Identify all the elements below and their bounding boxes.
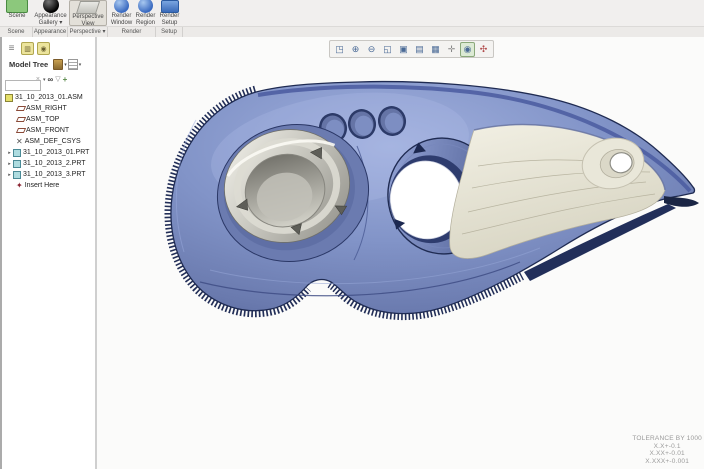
datum-plane-icon bbox=[15, 117, 27, 122]
expand-arrow-icon[interactable]: ▸ bbox=[6, 172, 13, 178]
model-tree-tab-icon[interactable]: ≡ bbox=[5, 42, 18, 55]
tree-settings-dropdown-icon[interactable]: ▾ bbox=[64, 62, 67, 68]
render-window-icon bbox=[114, 0, 129, 13]
clear-search-icon[interactable]: × bbox=[36, 74, 40, 85]
navigator-panel: ≡ ▥ ◉ Model Tree ▾ ▾ × ▾ ∞ ▽ + 31_10_201… bbox=[0, 37, 95, 469]
datum-plane-icon bbox=[15, 106, 27, 111]
scene-button[interactable]: Scene bbox=[2, 0, 32, 26]
csys-icon: ✕ bbox=[16, 136, 23, 146]
model-tree-title: Model Tree bbox=[9, 60, 49, 69]
appearance-gallery-button[interactable]: Appearance Gallery ▾ bbox=[33, 0, 68, 26]
render-setup-button[interactable]: Render Setup bbox=[158, 0, 181, 26]
tree-item-asm-right[interactable]: ASM_RIGHT bbox=[2, 103, 95, 114]
tree-item-asm-front[interactable]: ASM_FRONT bbox=[2, 125, 95, 136]
render-region-icon bbox=[138, 0, 153, 13]
tree-display-icon[interactable] bbox=[67, 59, 78, 70]
ribbon: Scene Appearance Gallery ▾ Perspective V… bbox=[0, 0, 704, 37]
expand-arrow-icon[interactable]: ▸ bbox=[6, 161, 13, 167]
part-icon bbox=[13, 159, 21, 168]
group-label-setup: Setup bbox=[156, 27, 183, 37]
ribbon-group-labels: Scene Appearance Perspective ▾ Render Se… bbox=[0, 26, 704, 37]
panel-splitter[interactable] bbox=[95, 37, 97, 469]
application-window: Scene Appearance Gallery ▾ Perspective V… bbox=[0, 0, 704, 469]
group-label-appearance: Appearance bbox=[33, 27, 68, 37]
perspective-view-icon bbox=[75, 1, 101, 14]
tree-item-assembly[interactable]: 31_10_2013_01.ASM bbox=[2, 92, 95, 103]
tree-settings-icon[interactable] bbox=[53, 59, 64, 70]
part-icon bbox=[13, 148, 21, 157]
model-tree-header: Model Tree ▾ ▾ bbox=[2, 59, 95, 70]
filter-icon[interactable]: ▽ bbox=[55, 75, 60, 85]
navigator-tabs: ≡ ▥ ◉ bbox=[2, 37, 95, 55]
find-icon[interactable]: ∞ bbox=[48, 75, 54, 85]
assembly-icon bbox=[5, 93, 13, 102]
tree-item-insert-here[interactable]: ✦ Insert Here bbox=[2, 180, 95, 191]
datum-plane-icon bbox=[15, 128, 27, 133]
favorites-tab-icon[interactable]: ◉ bbox=[37, 42, 50, 55]
tree-search-row: × ▾ ∞ ▽ + bbox=[2, 74, 95, 91]
scene-button-label: Scene bbox=[8, 13, 26, 19]
part-icon bbox=[13, 170, 21, 179]
appearance-sphere-icon bbox=[42, 0, 59, 13]
render-window-button[interactable]: Render Window bbox=[110, 0, 133, 26]
search-options-dropdown-icon[interactable]: ▾ bbox=[43, 77, 46, 83]
group-label-render: Render bbox=[108, 27, 156, 37]
perspective-view-button[interactable]: Perspective View bbox=[69, 0, 107, 27]
tree-item-part-3[interactable]: ▸ 31_10_2013_3.PRT bbox=[2, 169, 95, 180]
tree-item-part-2[interactable]: ▸ 31_10_2013_2.PRT bbox=[2, 158, 95, 169]
render-setup-icon bbox=[160, 0, 179, 13]
add-filter-icon[interactable]: + bbox=[63, 75, 68, 85]
model-tree: 31_10_2013_01.ASM ASM_RIGHT ASM_TOP ASM_… bbox=[2, 92, 95, 191]
folder-browser-tab-icon[interactable]: ▥ bbox=[21, 42, 34, 55]
insert-here-icon: ✦ bbox=[16, 180, 23, 190]
tree-item-asm-top[interactable]: ASM_TOP bbox=[2, 114, 95, 125]
group-label-scene: Scene bbox=[0, 27, 33, 37]
scene-icon bbox=[6, 0, 28, 13]
cad-model-viewport[interactable] bbox=[0, 0, 704, 469]
expand-arrow-icon[interactable]: ▸ bbox=[6, 150, 13, 156]
tree-item-asm-def-csys[interactable]: ✕ ASM_DEF_CSYS bbox=[2, 136, 95, 147]
render-region-button[interactable]: Render Region bbox=[134, 0, 157, 26]
tree-display-dropdown-icon[interactable]: ▾ bbox=[79, 62, 82, 68]
tree-item-part-1[interactable]: ▸ 31_10_2013_01.PRT bbox=[2, 147, 95, 158]
group-label-perspective[interactable]: Perspective ▾ bbox=[68, 27, 108, 37]
